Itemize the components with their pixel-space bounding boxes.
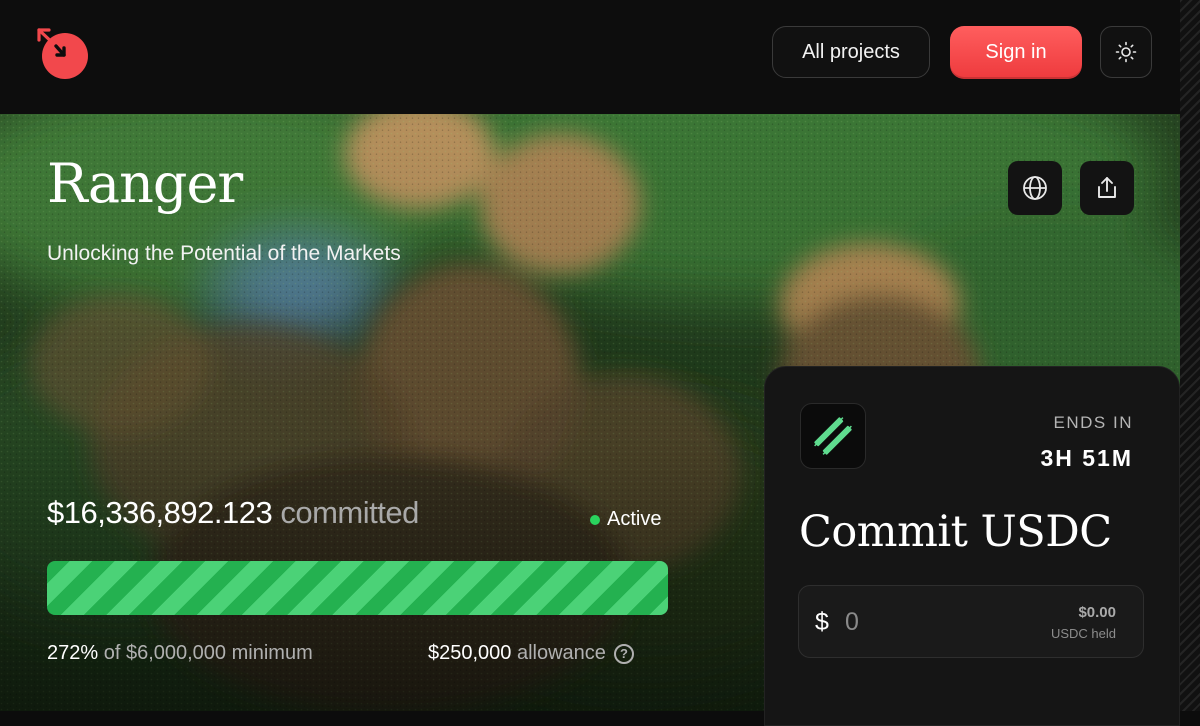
status-dot-icon (590, 514, 600, 525)
status-badge: Active (590, 508, 661, 531)
currency-symbol: $ (815, 608, 829, 636)
commit-title: Commit USDC (799, 507, 1112, 557)
commit-amount-field[interactable]: $ $0.00 USDC held (798, 585, 1144, 658)
sun-icon (1115, 41, 1137, 63)
commit-amount-input[interactable] (843, 604, 1027, 640)
ranger-token-icon (800, 403, 866, 469)
mortar-logo-icon[interactable] (36, 26, 92, 82)
sign-in-button[interactable]: Sign in (950, 26, 1082, 79)
scrollbar-track (1180, 0, 1200, 711)
allowance-amount: $250,000 (428, 642, 512, 664)
commit-progress-bar (47, 561, 668, 615)
commit-panel: ENDS IN 3H 51M Commit USDC $ $0.00 USDC … (764, 366, 1180, 726)
theme-toggle-button[interactable] (1100, 26, 1152, 78)
usdc-held-value: $0.00 (1078, 604, 1116, 621)
globe-icon (1023, 176, 1047, 200)
help-icon[interactable]: ? (613, 643, 634, 664)
ends-in-label: ENDS IN (1053, 413, 1133, 432)
status-text: Active (607, 508, 662, 530)
committed-label: committed (280, 495, 419, 530)
allowance-info: $250,000 allowance ? (428, 642, 634, 665)
progress-percent: 272% (47, 642, 99, 664)
committed-total: $16,336,892.123 committed (47, 495, 419, 531)
website-button[interactable] (1008, 161, 1062, 215)
project-title: Ranger (47, 152, 243, 215)
minimum-text: of $6,000,000 minimum (103, 642, 313, 664)
project-tagline: Unlocking the Potential of the Markets (47, 242, 401, 265)
ends-in-countdown: 3H 51M (1040, 445, 1133, 471)
usdc-held-label: USDC held (1050, 626, 1116, 641)
progress-percent-text: 272% of $6,000,000 minimum (47, 642, 313, 665)
all-projects-button[interactable]: All projects (772, 26, 930, 78)
allowance-label: allowance (516, 642, 606, 664)
committed-amount: $16,336,892.123 (47, 495, 273, 530)
share-icon (1098, 177, 1116, 198)
top-bar: All projects Sign in (0, 0, 1180, 114)
share-button[interactable] (1080, 161, 1134, 215)
